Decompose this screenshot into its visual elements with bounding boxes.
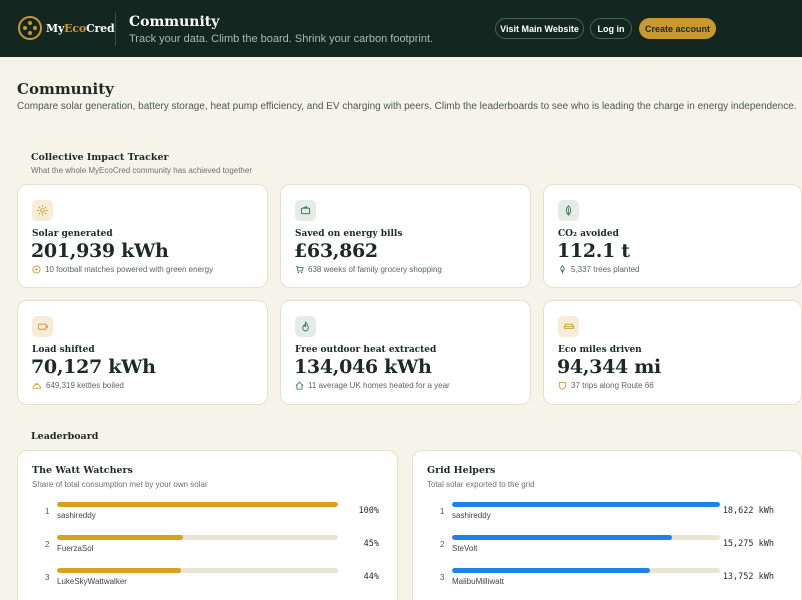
brand-name: MyEcoCred [46, 21, 115, 35]
page-title: Community [17, 80, 114, 98]
visit-main-website-button[interactable]: Visit Main Website [495, 18, 584, 39]
member-name[interactable]: LukeSkyWattwalker [57, 577, 127, 586]
stat-note: 37 trips along Route 66 [558, 381, 654, 390]
tree-icon [560, 265, 565, 274]
stat-card-co2: CO₂ avoided 112.1 t 5,337 trees planted [543, 184, 802, 288]
score-bar-fill [57, 502, 338, 507]
leaderboard-row[interactable]: 2 FuerzaSol 45% [18, 534, 397, 564]
header-divider [115, 12, 116, 46]
home-icon [295, 381, 304, 390]
flame-icon [295, 316, 316, 337]
stat-value: 134,046 kWh [294, 356, 432, 378]
score-bar-fill [57, 568, 181, 573]
member-score: 44% [363, 572, 379, 582]
score-bar [57, 502, 338, 507]
leaf-icon [558, 200, 579, 221]
member-name[interactable]: sashireddy [452, 511, 491, 520]
stat-value: £63,862 [294, 240, 378, 262]
stat-card-outdoor-heat: Free outdoor heat extracted 134,046 kWh … [280, 300, 531, 405]
score-bar [452, 535, 720, 540]
stat-label: Eco miles driven [558, 345, 642, 355]
stat-note: 638 weeks of family grocery shopping [295, 265, 442, 274]
score-bar [57, 535, 338, 540]
create-account-button[interactable]: Create account [639, 18, 716, 39]
rank-number: 1 [45, 507, 50, 516]
score-bar [452, 568, 720, 573]
leaderboard-row[interactable]: 2 SteVolt 15,275 kWh [413, 534, 801, 564]
stat-card-savings: Saved on energy bills £63,862 638 weeks … [280, 184, 531, 288]
car-icon [558, 316, 579, 337]
stat-note: 10 football matches powered with green e… [32, 265, 213, 274]
stat-label: CO₂ avoided [558, 229, 619, 239]
member-score: 15,275 kWh [722, 539, 774, 549]
stat-value: 70,127 kWh [31, 356, 156, 378]
stat-label: Saved on energy bills [295, 229, 403, 239]
leaderboard-row[interactable]: 1 sashireddy 18,622 kWh [413, 501, 801, 531]
member-score: 13,752 kWh [722, 572, 774, 582]
member-score: 45% [363, 539, 379, 549]
rank-number: 3 [45, 573, 50, 582]
stat-value: 94,344 mi [557, 356, 661, 378]
battery-icon [32, 316, 53, 337]
score-bar [57, 568, 338, 573]
logo-mark-icon [18, 16, 42, 40]
brand-logo[interactable]: MyEcoCred [18, 16, 115, 40]
leaderboard-title: The Watt Watchers [32, 465, 133, 476]
member-name[interactable]: FuerzaSol [57, 544, 93, 553]
stat-value: 112.1 t [557, 240, 630, 262]
stat-note: 11 average UK homes heated for a year [295, 381, 450, 390]
rank-number: 2 [440, 540, 445, 549]
stat-value: 201,939 kWh [31, 240, 169, 262]
score-bar [452, 502, 720, 507]
rank-number: 3 [440, 573, 445, 582]
stat-card-solar: Solar generated 201,939 kWh 10 football … [17, 184, 268, 288]
leaderboard-title: Grid Helpers [427, 465, 496, 476]
score-bar-fill [452, 502, 720, 507]
leaderboard-watt-watchers: The Watt Watchers Share of total consump… [17, 450, 398, 600]
leaderboard-grid-helpers: Grid Helpers Total solar exported to the… [412, 450, 802, 600]
sun-icon [32, 200, 53, 221]
leaderboard-row[interactable]: 3 MalibuMilliwatt 13,752 kWh [413, 567, 801, 597]
member-score: 18,622 kWh [722, 506, 774, 516]
page-subtitle: Compare solar generation, battery storag… [17, 101, 797, 112]
score-bar-fill [452, 568, 650, 573]
stat-label: Load shifted [32, 345, 95, 355]
stat-label: Solar generated [32, 229, 113, 239]
header-title: Community [129, 14, 220, 30]
member-name[interactable]: SteVolt [452, 544, 477, 553]
member-name[interactable]: sashireddy [57, 511, 96, 520]
stat-label: Free outdoor heat extracted [295, 345, 437, 355]
football-icon [32, 265, 41, 274]
stat-card-eco-miles: Eco miles driven 94,344 mi 37 trips alon… [543, 300, 802, 405]
leaderboard-subtitle: Share of total consumption met by your o… [32, 480, 208, 489]
kettle-icon [32, 383, 42, 389]
impact-section-subtitle: What the whole MyEcoCred community has a… [31, 166, 252, 175]
impact-section-title: Collective Impact Tracker [31, 152, 169, 163]
stat-card-load-shifted: Load shifted 70,127 kWh 649,319 kettles … [17, 300, 268, 405]
leaderboard-row[interactable]: 1 sashireddy 100% [18, 501, 397, 531]
stat-note: 649,319 kettles boiled [32, 381, 124, 390]
route-shield-icon [558, 381, 567, 390]
score-bar-fill [452, 535, 672, 540]
leaderboard-section-title: Leaderboard [31, 431, 99, 442]
score-bar-fill [57, 535, 184, 540]
leaderboard-subtitle: Total solar exported to the grid [427, 480, 535, 489]
member-name[interactable]: MalibuMilliwatt [452, 577, 504, 586]
login-button[interactable]: Log in [590, 18, 632, 39]
top-bar: MyEcoCred Community Track your data. Cli… [0, 0, 802, 57]
stat-note: 5,337 trees planted [558, 265, 640, 274]
rank-number: 1 [440, 507, 445, 516]
wallet-icon [295, 200, 316, 221]
cart-icon [295, 265, 304, 274]
member-score: 100% [358, 506, 379, 516]
rank-number: 2 [45, 540, 50, 549]
leaderboard-row[interactable]: 3 LukeSkyWattwalker 44% [18, 567, 397, 597]
header-subtitle: Track your data. Climb the board. Shrink… [129, 33, 434, 45]
